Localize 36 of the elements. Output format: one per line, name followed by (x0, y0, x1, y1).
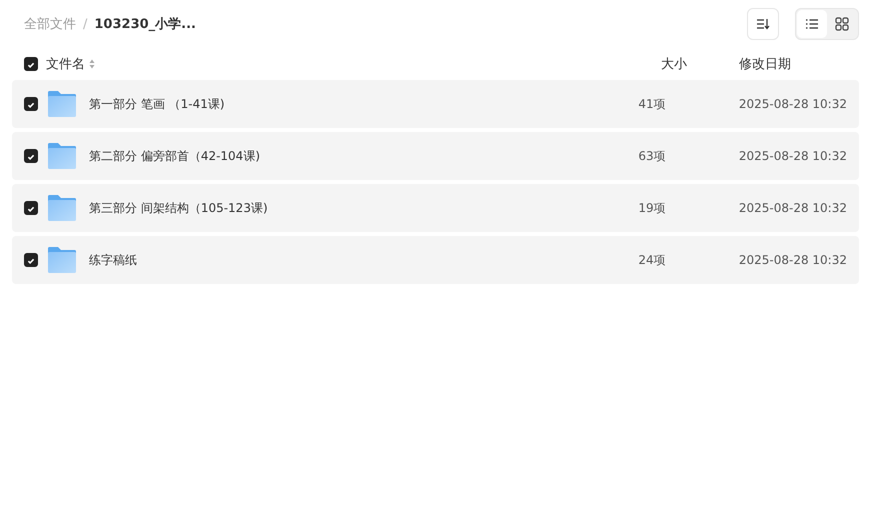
checkbox[interactable] (24, 97, 38, 111)
folder-icon (47, 90, 77, 118)
grid-icon (835, 17, 849, 31)
file-row[interactable]: 练字稿纸 24项 2025-08-28 10:32 (12, 236, 859, 284)
table-cell-text: 24项 (637, 252, 667, 268)
file-name[interactable]: 第一部分 笔画 （1-41课) (89, 96, 225, 112)
checkbox[interactable] (24, 57, 38, 71)
column-header[interactable]: 文件名 (46, 55, 85, 73)
sort-icon (756, 18, 770, 30)
file-row[interactable]: 第三部分 间架结构（105-123课) 19项 2025-08-28 10:32 (12, 184, 859, 232)
checkbox[interactable] (24, 201, 38, 215)
sort-button[interactable] (747, 8, 779, 40)
table-cell-text: 41项 (637, 96, 667, 112)
breadcrumb-item[interactable]: 103230_小学... (94, 15, 196, 33)
file-name[interactable]: 第二部分 偏旁部首（42-104课) (89, 148, 260, 164)
folder-icon (47, 194, 77, 222)
table-cell-text: 2025-08-28 10:32 (738, 149, 848, 163)
checkbox[interactable] (24, 149, 38, 163)
checkbox[interactable] (24, 253, 38, 267)
file-name[interactable]: 练字稿纸 (89, 252, 137, 268)
file-row[interactable]: 第一部分 笔画 （1-41课) 41项 2025-08-28 10:32 (12, 80, 859, 128)
table-cell-text: 19项 (637, 200, 667, 216)
table-cell-text: 2025-08-28 10:32 (738, 253, 848, 267)
list-view-button[interactable] (797, 10, 827, 38)
folder-icon (47, 142, 77, 170)
table-cell-text: 2025-08-28 10:32 (738, 97, 848, 111)
sort-arrows-icon (89, 59, 95, 69)
file-name[interactable]: 第三部分 间架结构（105-123课) (89, 200, 268, 216)
list-icon (805, 18, 819, 30)
column-header: 修改日期 (738, 56, 792, 73)
breadcrumb-separator: / (83, 16, 88, 32)
folder-icon (47, 246, 77, 274)
table-cell-text: 2025-08-28 10:32 (738, 201, 848, 215)
column-header: 大小 (660, 56, 688, 73)
file-row[interactable]: 第二部分 偏旁部首（42-104课) 63项 2025-08-28 10:32 (12, 132, 859, 180)
table-cell-text: 63项 (637, 148, 667, 164)
